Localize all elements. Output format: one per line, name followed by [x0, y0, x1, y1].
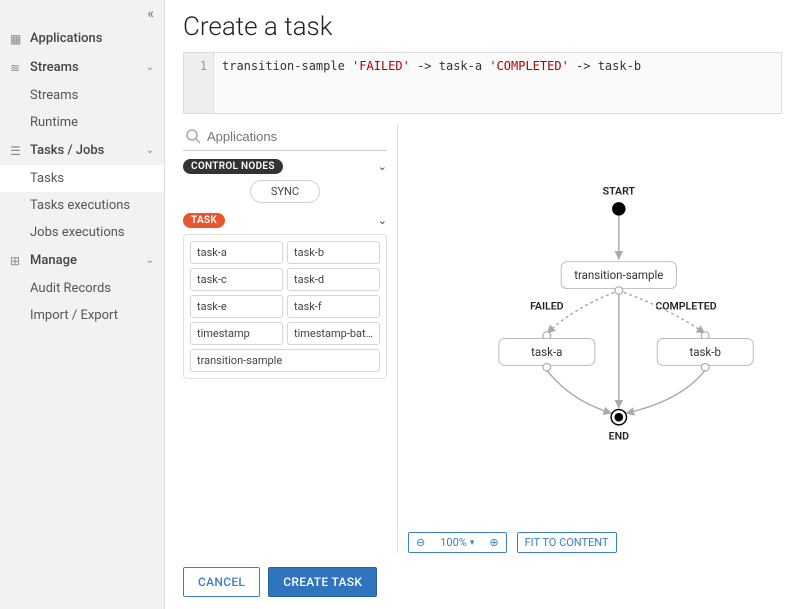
nav-item-jobs-executions[interactable]: Jobs executions — [0, 219, 164, 246]
palette-search[interactable] — [183, 124, 387, 151]
palette-item-timestamp[interactable]: timestamp — [190, 322, 283, 345]
palette-item-task-e[interactable]: task-e — [190, 295, 283, 318]
edge-task-a-end — [547, 370, 612, 413]
chevron-down-icon: ⌄ — [146, 145, 154, 156]
editor-code[interactable]: transition-sample 'FAILED' -> task-a 'CO… — [214, 53, 649, 113]
port-icon[interactable] — [615, 287, 623, 295]
workarea: CONTROL NODES ⌄ SYNC TASK ⌄ task-a task-… — [183, 124, 782, 553]
node-label: transition-sample — [574, 268, 663, 282]
nav-label: Applications — [30, 31, 103, 46]
dsl-editor[interactable]: 1 transition-sample 'FAILED' -> task-a '… — [183, 52, 782, 114]
task-grid: task-a task-b task-c task-d task-e task-… — [183, 234, 387, 379]
nav-label: Manage — [30, 253, 77, 268]
nav-manage[interactable]: ⊞ Manage ⌄ — [0, 246, 164, 275]
end-label: END — [609, 429, 629, 442]
end-node-inner — [614, 413, 623, 422]
edge-ts-task-b — [624, 292, 706, 333]
zoom-bar: ⊖ 100%▾ ⊕ FIT TO CONTENT — [408, 532, 617, 553]
edge-label-completed: COMPLETED — [655, 300, 716, 313]
footer: CANCEL CREATE TASK — [183, 553, 782, 597]
palette-item-sync[interactable]: SYNC — [250, 180, 320, 203]
zoom-in-button[interactable]: ⊕ — [482, 533, 505, 552]
edge-task-b-end — [626, 370, 706, 413]
editor-gutter: 1 — [184, 53, 214, 113]
chevron-down-icon[interactable]: ⌄ — [378, 160, 387, 173]
search-icon — [185, 128, 201, 144]
sidebar-collapse-icon[interactable]: « — [0, 4, 164, 24]
nav-item-tasks[interactable]: Tasks — [0, 165, 164, 192]
zoom-out-button[interactable]: ⊖ — [409, 533, 432, 552]
control-nodes-badge: CONTROL NODES — [183, 159, 283, 174]
tasks-icon: ☰ — [10, 144, 24, 158]
graph-svg: START transition-sample FAILED COMPLETED — [398, 124, 782, 553]
palette-item-transition-sample[interactable]: transition-sample — [190, 349, 380, 372]
node-label: task-b — [689, 345, 720, 359]
port-icon[interactable] — [701, 363, 709, 371]
nav-applications[interactable]: ▦ Applications — [0, 24, 164, 53]
palette-item-task-f[interactable]: task-f — [287, 295, 380, 318]
cancel-button[interactable]: CANCEL — [183, 567, 260, 597]
task-header[interactable]: TASK ⌄ — [183, 213, 387, 228]
chevron-down-icon[interactable]: ⌄ — [378, 214, 387, 227]
nav-label: Tasks / Jobs — [30, 143, 104, 158]
manage-icon: ⊞ — [10, 254, 24, 268]
palette-item-task-a[interactable]: task-a — [190, 241, 283, 264]
start-node[interactable] — [612, 202, 625, 215]
edge-ts-task-a — [547, 292, 614, 333]
port-icon[interactable] — [543, 363, 551, 371]
nav-item-streams[interactable]: Streams — [0, 82, 164, 109]
sidebar: « ▦ Applications ≋ Streams ⌄ Streams Run… — [0, 0, 165, 609]
page-title: Create a task — [183, 12, 782, 42]
palette-item-timestamp-batch[interactable]: timestamp-batch — [287, 322, 380, 345]
node-label: task-a — [531, 345, 562, 359]
task-badge: TASK — [183, 213, 225, 228]
palette: CONTROL NODES ⌄ SYNC TASK ⌄ task-a task-… — [183, 124, 398, 553]
grid-icon: ▦ — [10, 32, 24, 46]
nav-label: Streams — [30, 60, 79, 75]
nav-tasks-jobs[interactable]: ☰ Tasks / Jobs ⌄ — [0, 136, 164, 165]
palette-item-task-c[interactable]: task-c — [190, 268, 283, 291]
chevron-down-icon: ⌄ — [146, 255, 154, 266]
zoom-level[interactable]: 100%▾ — [432, 533, 482, 552]
stream-icon: ≋ — [10, 61, 24, 75]
create-task-button[interactable]: CREATE TASK — [268, 567, 377, 597]
edge-label-failed: FAILED — [530, 300, 564, 313]
graph-canvas[interactable]: START transition-sample FAILED COMPLETED — [398, 124, 782, 553]
fit-to-content-button[interactable]: FIT TO CONTENT — [518, 533, 616, 552]
start-label: START — [603, 185, 636, 198]
chevron-down-icon: ⌄ — [146, 62, 154, 73]
nav-item-audit-records[interactable]: Audit Records — [0, 275, 164, 302]
search-input[interactable] — [207, 129, 385, 144]
control-nodes-header[interactable]: CONTROL NODES ⌄ — [183, 159, 387, 174]
palette-item-task-b[interactable]: task-b — [287, 241, 380, 264]
nav-item-tasks-executions[interactable]: Tasks executions — [0, 192, 164, 219]
chevron-down-icon: ▾ — [470, 538, 475, 548]
nav-item-runtime[interactable]: Runtime — [0, 109, 164, 136]
main-content: Create a task 1 transition-sample 'FAILE… — [165, 0, 800, 609]
palette-item-task-d[interactable]: task-d — [287, 268, 380, 291]
nav-streams[interactable]: ≋ Streams ⌄ — [0, 53, 164, 82]
nav-item-import-export[interactable]: Import / Export — [0, 302, 164, 329]
